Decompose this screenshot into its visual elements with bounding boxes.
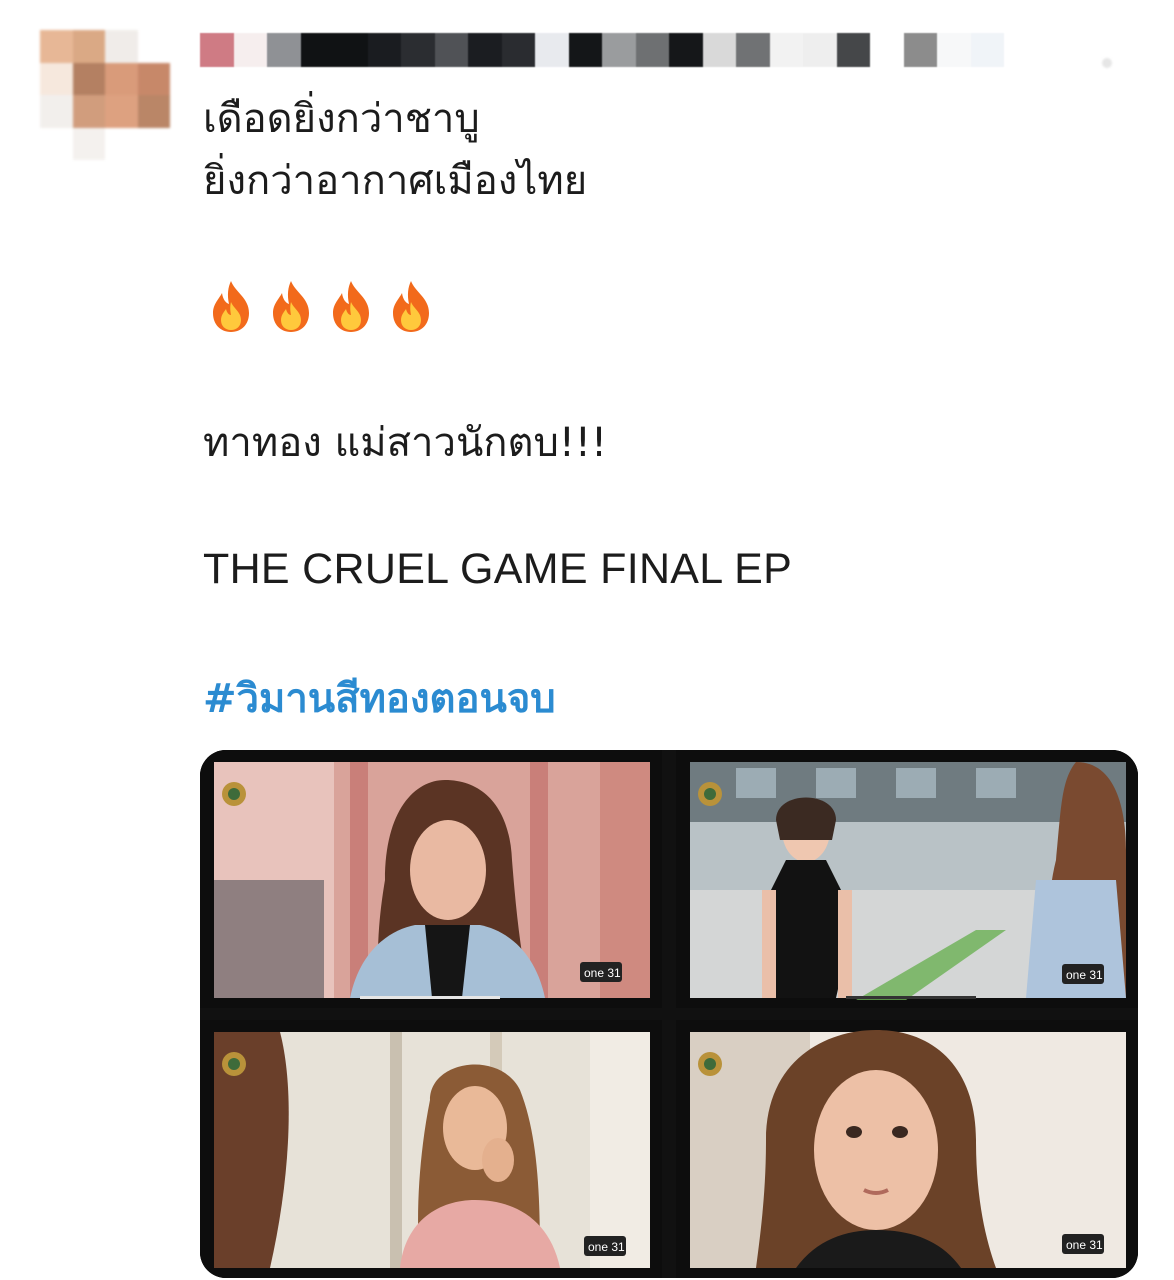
channel-seal-icon — [698, 782, 722, 806]
channel-logo-text: one 31 — [1066, 968, 1103, 982]
channel-seal-icon — [222, 782, 246, 806]
progress-bar — [360, 996, 500, 999]
media-grid: one 31 one 31 one 31 one 31 — [200, 750, 1138, 1278]
channel-seal-icon — [698, 1052, 722, 1076]
channel-logo-icon: one 31 — [584, 1236, 626, 1256]
media-image-2[interactable]: one 31 — [676, 750, 1138, 1008]
post-text-line-4: THE CRUEL GAME FINAL EP — [203, 545, 793, 593]
fire-emoji — [273, 281, 309, 332]
author-name-blurred[interactable] — [200, 33, 1004, 67]
fire-emoji — [213, 281, 249, 332]
channel-logo-text: one 31 — [584, 966, 621, 980]
avatar[interactable] — [40, 30, 170, 160]
channel-logo-icon: one 31 — [1062, 964, 1104, 984]
hashtag-link[interactable]: #วิมานสีทองตอนจบ — [203, 670, 556, 728]
media-image-4[interactable]: one 31 — [676, 1020, 1138, 1278]
fire-emoji — [333, 281, 369, 332]
media-image-1[interactable]: one 31 — [200, 750, 662, 1008]
channel-seal-icon — [222, 1052, 246, 1076]
fire-emoji-row — [205, 278, 437, 334]
progress-bar — [846, 996, 976, 999]
channel-logo-icon: one 31 — [580, 962, 622, 982]
channel-logo-icon: one 31 — [1062, 1234, 1104, 1254]
fire-emoji — [393, 281, 429, 332]
more-options-icon[interactable] — [1102, 58, 1112, 68]
channel-logo-text: one 31 — [1066, 1238, 1103, 1252]
post-text-line-2: ยิ่งกว่าอากาศเมืองไทย — [203, 158, 588, 204]
post-text-line-3: ทาทอง แม่สาวนักตบ!!! — [203, 420, 607, 466]
channel-logo-text: one 31 — [588, 1240, 625, 1254]
media-image-3[interactable]: one 31 — [200, 1020, 662, 1278]
post-text-line-1: เดือดยิ่งกว่าชาบู — [203, 96, 480, 142]
